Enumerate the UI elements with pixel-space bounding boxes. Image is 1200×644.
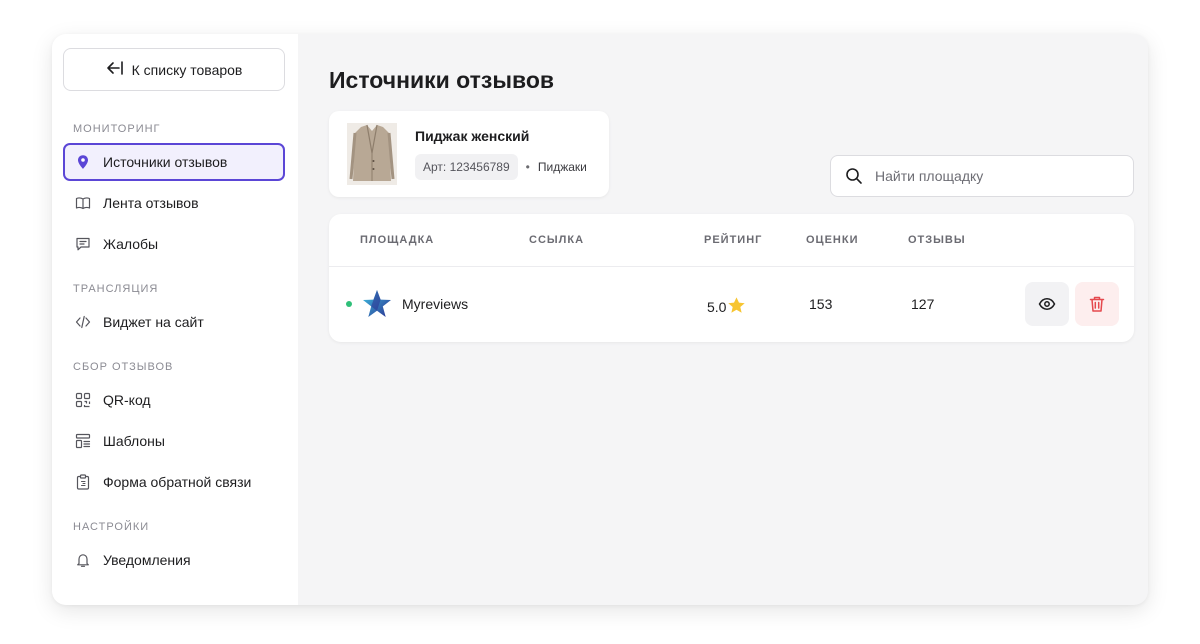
sidebar-item-label: Уведомления — [103, 552, 191, 568]
sidebar: К списку товаров МОНИТОРИНГ Источники от… — [52, 34, 298, 605]
sidebar-item-templates[interactable]: Шаблоны — [63, 422, 285, 460]
header-rating: РЕЙТИНГ — [704, 234, 763, 246]
search-input[interactable] — [875, 168, 1115, 184]
app-window: К списку товаров МОНИТОРИНГ Источники от… — [52, 34, 1148, 605]
code-icon — [75, 314, 91, 330]
table-row: Myreviews 5.0 153 127 — [329, 267, 1134, 341]
myreviews-logo-icon — [363, 290, 391, 317]
sidebar-item-label: Форма обратной связи — [103, 474, 252, 490]
sidebar-item-label: Жалобы — [103, 236, 159, 252]
star-icon — [727, 296, 746, 318]
main-content: Источники отзывов Пиджак женский Арт: 12… — [298, 34, 1148, 605]
delete-button[interactable] — [1075, 282, 1119, 326]
location-pin-icon — [75, 154, 91, 170]
status-active-dot — [346, 301, 352, 307]
sidebar-item-feedback-form[interactable]: Форма обратной связи — [63, 463, 285, 501]
header-link: ССЫЛКА — [529, 234, 585, 246]
rating-value: 5.0 — [707, 299, 727, 315]
book-icon — [75, 195, 91, 211]
section-title-broadcast: ТРАНСЛЯЦИЯ — [73, 283, 159, 295]
sidebar-item-label: Источники отзывов — [103, 154, 228, 170]
back-arrow-icon — [106, 60, 124, 79]
product-card: Пиджак женский Арт: 123456789 • Пиджаки — [329, 111, 609, 197]
trash-icon — [1088, 295, 1106, 313]
scores-count: 153 — [809, 296, 833, 312]
sources-table: ПЛОЩАДКА ССЫЛКА РЕЙТИНГ ОЦЕНКИ ОТЗЫВЫ My… — [329, 214, 1134, 342]
search-icon — [845, 167, 863, 185]
sidebar-item-review-sources[interactable]: Источники отзывов — [63, 143, 285, 181]
product-category: Пиджаки — [537, 160, 587, 174]
reviews-count: 127 — [911, 296, 935, 312]
sidebar-item-review-feed[interactable]: Лента отзывов — [63, 184, 285, 222]
sidebar-item-label: QR-код — [103, 392, 151, 408]
platform-name: Myreviews — [402, 296, 469, 312]
sidebar-item-widget[interactable]: Виджет на сайт — [63, 303, 285, 341]
template-icon — [75, 433, 91, 449]
header-reviews: ОТЗЫВЫ — [908, 234, 966, 246]
rating-value-cell: 5.0 — [707, 296, 746, 318]
sidebar-item-label: Виджет на сайт — [103, 314, 204, 330]
sidebar-item-label: Шаблоны — [103, 433, 165, 449]
sidebar-item-qr-code[interactable]: QR-код — [63, 381, 285, 419]
table-header: ПЛОЩАДКА ССЫЛКА РЕЙТИНГ ОЦЕНКИ ОТЗЫВЫ — [329, 214, 1134, 267]
view-button[interactable] — [1025, 282, 1069, 326]
back-button-label: К списку товаров — [131, 61, 243, 78]
product-thumbnail — [347, 123, 397, 185]
qr-code-icon — [75, 392, 91, 408]
meta-separator: • — [525, 160, 530, 174]
header-scores: ОЦЕНКИ — [806, 234, 859, 246]
clipboard-icon — [75, 474, 91, 490]
product-name: Пиджак женский — [415, 128, 530, 144]
page-title: Источники отзывов — [329, 67, 555, 93]
back-to-products-button[interactable]: К списку товаров — [63, 48, 285, 91]
header-platform: ПЛОЩАДКА — [360, 234, 435, 246]
product-meta: Арт: 123456789 • Пиджаки — [415, 154, 587, 180]
section-title-monitoring: МОНИТОРИНГ — [73, 123, 161, 135]
message-icon — [75, 236, 91, 252]
search-box[interactable] — [830, 155, 1134, 197]
bell-icon — [75, 552, 91, 568]
sidebar-item-notifications[interactable]: Уведомления — [63, 541, 285, 579]
section-title-collect-reviews: СБОР ОТЗЫВОВ — [73, 361, 174, 373]
sidebar-item-complaints[interactable]: Жалобы — [63, 225, 285, 263]
product-info: Пиджак женский Арт: 123456789 • Пиджаки — [415, 128, 587, 180]
eye-icon — [1038, 295, 1056, 313]
sidebar-item-label: Лента отзывов — [103, 195, 199, 211]
section-title-settings: НАСТРОЙКИ — [73, 521, 150, 533]
article-badge: Арт: 123456789 — [415, 154, 518, 180]
